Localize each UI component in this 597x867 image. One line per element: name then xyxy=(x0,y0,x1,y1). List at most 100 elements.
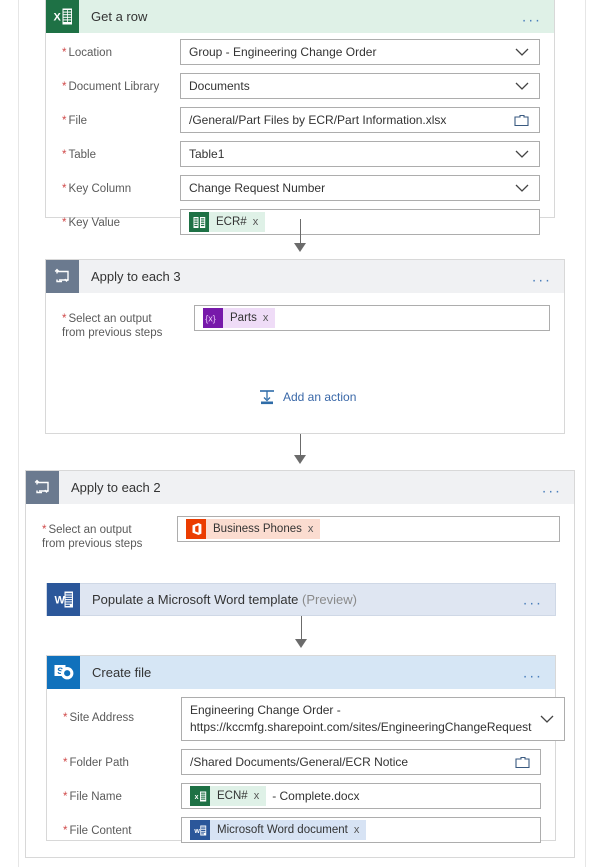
field-label-select-output-2: * Select an output from previous steps xyxy=(42,524,143,550)
excel-icon: X xyxy=(46,0,79,33)
required-asterisk: * xyxy=(62,313,67,325)
dynamic-token-parts[interactable]: {x} Parts x xyxy=(203,308,276,328)
overflow-menu-populate-word-template[interactable]: ... xyxy=(523,592,543,607)
field-label-document-library: * Document Library xyxy=(62,81,160,93)
field-value-location: Group - Engineering Change Order xyxy=(189,44,377,59)
field-label-folder-path: * Folder Path xyxy=(63,757,129,769)
field-control-table[interactable]: Table1 xyxy=(180,141,540,167)
field-control-file-name[interactable]: x ECN# x - Complete.docx xyxy=(181,783,541,809)
card-header-apply-to-each-3[interactable]: Apply to each 3 ... xyxy=(46,260,564,293)
field-row-folder-path: * Folder Path /Shared Documents/General/E… xyxy=(47,749,555,775)
field-value-site-address: Engineering Change Order - https://kccmf… xyxy=(190,703,532,734)
excel-token-icon: x xyxy=(190,786,210,806)
field-value-folder-path: /Shared Documents/General/ECR Notice xyxy=(190,754,409,769)
excel-token-icon xyxy=(189,212,209,232)
folder-picker-icon[interactable] xyxy=(515,756,530,769)
folder-picker-icon[interactable] xyxy=(514,114,529,127)
card-header-create-file[interactable]: S Create file ... xyxy=(47,656,555,689)
field-row-file-content: * File Content w Microsoft Word document… xyxy=(47,817,555,843)
field-value-file: /General/Part Files by ECR/Part Informat… xyxy=(189,112,447,127)
field-control-key-column[interactable]: Change Request Number xyxy=(180,175,540,201)
field-row-key-column: * Key Column Change Request Number xyxy=(46,175,554,201)
field-control-select-output-3[interactable]: {x} Parts x xyxy=(194,305,550,331)
required-asterisk: * xyxy=(62,115,67,127)
fields-apply-to-each-2: * Select an output from previous steps Bu… xyxy=(26,504,574,569)
field-control-site-address[interactable]: Engineering Change Order - https://kccmf… xyxy=(181,697,565,741)
field-value-table: Table1 xyxy=(189,146,225,161)
overflow-menu-get-a-row[interactable]: ... xyxy=(522,9,542,24)
token-remove-icon[interactable]: x xyxy=(354,824,367,836)
dynamic-token-business-phones[interactable]: Business Phones x xyxy=(186,519,321,539)
token-label: ECR# xyxy=(216,216,247,228)
step-card-create-file[interactable]: S Create file ... * Site Address Engineer… xyxy=(46,655,565,843)
field-label-file: * File xyxy=(62,115,88,127)
svg-text:x: x xyxy=(194,794,198,801)
step-card-apply-to-each-2[interactable]: Apply to each 2 ... * Select an output fr… xyxy=(25,470,575,858)
token-label: ECN# xyxy=(217,790,248,802)
chevron-down-icon[interactable] xyxy=(515,150,529,158)
field-row-location: * Location Group - Engineering Change Ord… xyxy=(46,39,554,65)
sharepoint-icon: S xyxy=(47,656,80,689)
connector-line-3 xyxy=(301,616,302,641)
token-label: Business Phones xyxy=(213,523,302,535)
card-header-populate-word-template[interactable]: W Populate a Microsoft Word template (Pr… xyxy=(46,583,556,616)
card-header-apply-to-each-2[interactable]: Apply to each 2 ... xyxy=(26,471,574,504)
required-asterisk: * xyxy=(62,47,67,59)
field-value-file-name-suffix: - Complete.docx xyxy=(272,789,360,803)
svg-text:{x}: {x} xyxy=(205,313,216,323)
card-title-apply-to-each-3: Apply to each 3 xyxy=(91,269,181,284)
field-row-select-output-2: * Select an output from previous steps Bu… xyxy=(26,516,574,551)
word-token-icon: w xyxy=(190,820,210,840)
loop-icon xyxy=(46,260,79,293)
field-control-select-output-2[interactable]: Business Phones x xyxy=(177,516,560,542)
field-row-select-output-3: * Select an output from previous steps {x… xyxy=(46,305,564,340)
chevron-down-icon[interactable] xyxy=(540,715,554,723)
token-remove-icon[interactable]: x xyxy=(263,312,276,324)
overflow-menu-create-file[interactable]: ... xyxy=(523,665,543,680)
field-value-key-column: Change Request Number xyxy=(189,180,326,195)
add-an-action-button[interactable]: Add an action xyxy=(258,388,356,406)
field-label-key-column: * Key Column xyxy=(62,183,132,195)
chevron-down-icon[interactable] xyxy=(515,184,529,192)
card-title-apply-to-each-2: Apply to each 2 xyxy=(71,480,161,495)
field-row-file-name: * File Name x ECN# x - Complete.docx xyxy=(47,783,555,809)
connector-line-1 xyxy=(300,219,301,244)
connector-arrow-1 xyxy=(294,243,306,252)
field-label-file-name: * File Name xyxy=(63,791,122,803)
card-title-populate-word-template: Populate a Microsoft Word template (Prev… xyxy=(92,592,357,607)
required-asterisk: * xyxy=(63,825,68,837)
card-title-create-file: Create file xyxy=(92,665,152,680)
chevron-down-icon[interactable] xyxy=(515,48,529,56)
svg-text:w: w xyxy=(194,828,200,835)
step-card-populate-word-template[interactable]: W Populate a Microsoft Word template (Pr… xyxy=(46,583,556,616)
card-title-get-a-row: Get a row xyxy=(91,9,148,24)
token-remove-icon[interactable]: x xyxy=(308,523,321,535)
dynamic-token-word-document[interactable]: w Microsoft Word document x xyxy=(190,820,367,840)
field-control-document-library[interactable]: Documents xyxy=(180,73,540,99)
field-row-file: * File /General/Part Files by ECR/Part In… xyxy=(46,107,554,133)
field-control-file[interactable]: /General/Part Files by ECR/Part Informat… xyxy=(180,107,540,133)
required-asterisk: * xyxy=(62,183,67,195)
token-remove-icon[interactable]: x xyxy=(253,216,266,228)
required-asterisk: * xyxy=(63,791,68,803)
chevron-down-icon[interactable] xyxy=(515,82,529,90)
step-card-get-a-row[interactable]: X Get a row ... * Location Group - Engin… xyxy=(45,0,555,235)
field-control-location[interactable]: Group - Engineering Change Order xyxy=(180,39,540,65)
office365-icon xyxy=(186,519,206,539)
step-card-apply-to-each-3[interactable]: Apply to each 3 ... * Select an output fr… xyxy=(45,259,565,434)
field-label-table: * Table xyxy=(62,149,96,161)
preview-badge: (Preview) xyxy=(302,592,357,607)
field-control-key-value[interactable]: ECR# x xyxy=(180,209,540,235)
overflow-menu-apply-to-each-2[interactable]: ... xyxy=(542,480,562,495)
required-asterisk: * xyxy=(62,81,67,93)
field-row-site-address: * Site Address Engineering Change Order -… xyxy=(47,697,565,741)
field-control-folder-path[interactable]: /Shared Documents/General/ECR Notice xyxy=(181,749,541,775)
token-remove-icon[interactable]: x xyxy=(254,790,267,802)
fields-apply-to-each-3: * Select an output from previous steps {x… xyxy=(46,293,564,358)
dynamic-token-ecn-number[interactable]: x ECN# x xyxy=(190,786,267,806)
svg-text:W: W xyxy=(55,595,66,607)
overflow-menu-apply-to-each-3[interactable]: ... xyxy=(532,269,552,284)
field-control-file-content[interactable]: w Microsoft Word document x xyxy=(181,817,541,843)
card-header-get-a-row[interactable]: X Get a row ... xyxy=(46,0,554,33)
dynamic-token-ecr-number[interactable]: ECR# x xyxy=(189,212,266,232)
